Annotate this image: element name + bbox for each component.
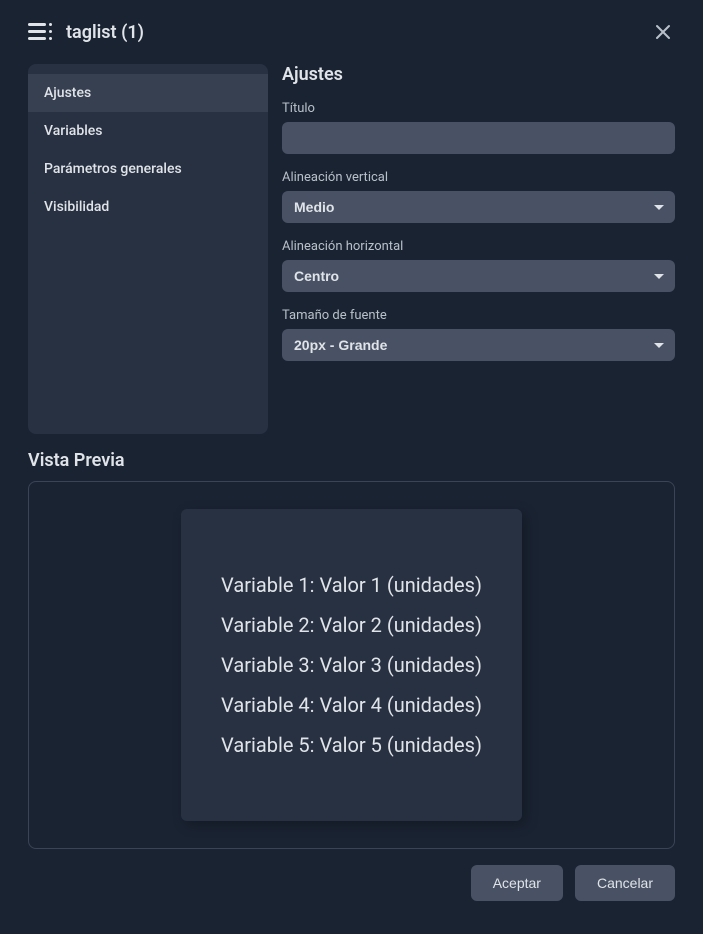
- select-valign[interactable]: Medio: [282, 191, 675, 223]
- label-fontsize: Tamaño de fuente: [282, 308, 675, 323]
- variable-value: Valor 3: [319, 653, 381, 677]
- variable-value: Valor 5: [319, 733, 381, 757]
- close-icon: [654, 23, 672, 41]
- cancel-button[interactable]: Cancelar: [575, 865, 675, 901]
- preview-row: Variable 2: Valor 2 (unidades): [221, 605, 482, 645]
- field-halign: Alineación horizontal Centro: [282, 239, 675, 292]
- settings-panel: Ajustes Título Alineación vertical Medio…: [282, 64, 675, 434]
- variable-name: Variable 2:: [221, 613, 314, 637]
- modal-title: taglist (1): [66, 22, 144, 43]
- sidebar-item-parametros[interactable]: Parámetros generales: [28, 150, 268, 188]
- select-fontsize[interactable]: 20px - Grande: [282, 329, 675, 361]
- variable-name: Variable 4:: [221, 693, 314, 717]
- sidebar-item-variables[interactable]: Variables: [28, 112, 268, 150]
- preview-box: Variable 1: Valor 1 (unidades) Variable …: [28, 481, 675, 849]
- label-halign: Alineación horizontal: [282, 239, 675, 254]
- variable-units: (unidades): [387, 733, 482, 757]
- field-titulo: Título: [282, 101, 675, 154]
- sidebar-item-ajustes[interactable]: Ajustes: [28, 74, 268, 112]
- preview-widget: Variable 1: Valor 1 (unidades) Variable …: [181, 509, 522, 821]
- taglist-icon: [28, 23, 52, 41]
- sidebar-item-visibilidad[interactable]: Visibilidad: [28, 188, 268, 226]
- variable-name: Variable 5:: [221, 733, 314, 757]
- variable-value: Valor 4: [319, 693, 381, 717]
- variable-value: Valor 1: [319, 573, 381, 597]
- preview-row: Variable 3: Valor 3 (unidades): [221, 645, 482, 685]
- preview-row: Variable 4: Valor 4 (unidades): [221, 685, 482, 725]
- input-titulo[interactable]: [282, 122, 675, 154]
- preview-section: Vista Previa Variable 1: Valor 1 (unidad…: [0, 434, 703, 849]
- label-valign: Alineación vertical: [282, 170, 675, 185]
- preview-row: Variable 1: Valor 1 (unidades): [221, 565, 482, 605]
- field-valign: Alineación vertical Medio: [282, 170, 675, 223]
- modal-footer: Aceptar Cancelar: [0, 849, 703, 929]
- preview-title: Vista Previa: [28, 450, 675, 471]
- variable-value: Valor 2: [319, 613, 381, 637]
- variable-units: (unidades): [387, 573, 482, 597]
- field-fontsize: Tamaño de fuente 20px - Grande: [282, 308, 675, 361]
- modal-dialog: taglist (1) Ajustes Variables Parámetros…: [0, 0, 703, 934]
- sidebar: Ajustes Variables Parámetros generales V…: [28, 64, 268, 434]
- variable-name: Variable 3:: [221, 653, 314, 677]
- accept-button[interactable]: Aceptar: [471, 865, 563, 901]
- header-left: taglist (1): [28, 22, 144, 43]
- modal-body: Ajustes Variables Parámetros generales V…: [0, 64, 703, 434]
- variable-name: Variable 1:: [221, 573, 314, 597]
- panel-title: Ajustes: [282, 64, 675, 85]
- select-halign[interactable]: Centro: [282, 260, 675, 292]
- preview-row: Variable 5: Valor 5 (unidades): [221, 725, 482, 765]
- close-button[interactable]: [651, 20, 675, 44]
- variable-units: (unidades): [387, 653, 482, 677]
- label-titulo: Título: [282, 101, 675, 116]
- variable-units: (unidades): [387, 613, 482, 637]
- modal-header: taglist (1): [0, 0, 703, 64]
- variable-units: (unidades): [387, 693, 482, 717]
